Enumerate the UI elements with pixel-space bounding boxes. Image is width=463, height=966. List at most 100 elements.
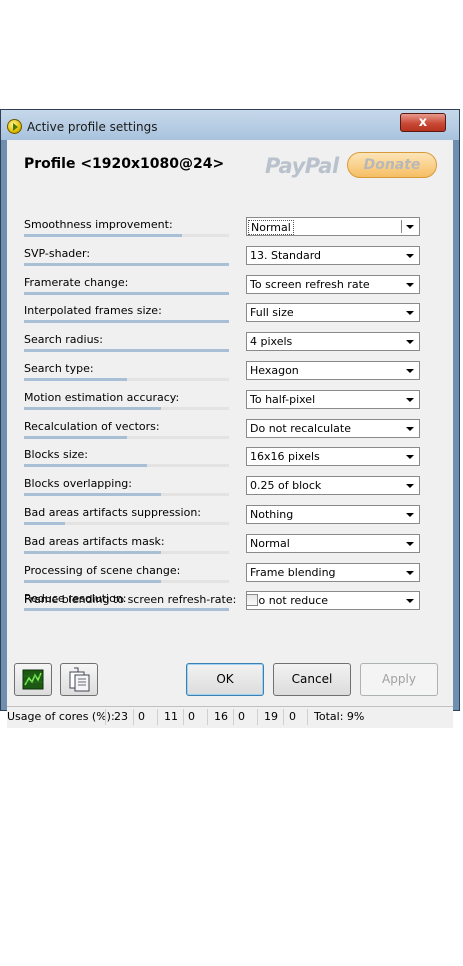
app-icon [7,119,22,134]
status-bar: Usage of cores (%): 23 0 11 0 16 0 19 0 … [7,706,453,728]
setting-label: Processing of scene change: [24,563,181,577]
setting-dropdown[interactable]: 16x16 pixels [246,447,420,467]
ok-button[interactable]: OK [186,663,264,696]
setting-label: Recalculation of vectors: [24,419,160,433]
chevron-down-icon [406,311,414,316]
title-bar[interactable]: Active profile settings x [1,110,459,140]
setting-level-fill [24,349,229,353]
setting-level-fill [24,550,161,554]
setting-level-fill [24,262,229,266]
setting-value: Normal [250,536,290,550]
chevron-down-icon [406,484,414,489]
setting-level-bar [24,493,229,497]
copy-icon [69,667,90,692]
chevron-down-icon [406,369,414,373]
setting-row: Blocks size: 16x16 pixels [7,444,453,473]
setting-level-fill [24,435,127,439]
setting-label: Blocks size: [24,448,89,462]
core-usage-value: 16 [214,710,228,723]
chevron-down-icon [406,282,414,287]
setting-value: Frame blending [250,565,336,579]
setting-dropdown[interactable]: Nothing [246,505,420,524]
setting-dropdown[interactable]: 13. Standard [246,245,420,265]
copy-button[interactable] [60,663,98,696]
setting-label: Blocks overlapping: [24,477,132,491]
setting-row: Processing of scene change: Frame blendin… [7,560,453,589]
donate-button[interactable]: Donate [347,152,437,178]
setting-level-fill [24,291,229,295]
core-usage-value: 0 [238,710,245,723]
setting-level-bar [24,579,229,583]
graph-icon [22,669,44,690]
status-separator [133,709,134,725]
setting-value: Hexagon [250,364,299,377]
setting-dropdown[interactable]: To half-pixel [246,389,420,409]
status-separator [157,709,158,725]
setting-dropdown[interactable]: Normal [246,217,420,236]
setting-row: Framerate change: To screen refresh rate [7,272,453,301]
setting-level-fill [24,464,147,468]
setting-dropdown[interactable]: Normal [246,533,420,553]
frame-blending-row: Frame blending to screen refresh-rate: [7,589,453,618]
window-title: Active profile settings [27,120,158,134]
setting-level-fill [24,234,182,237]
settings-window: Active profile settings x Profile <1920x… [0,109,460,728]
setting-dropdown[interactable]: To screen refresh rate [246,274,420,294]
status-separator [183,709,184,725]
dropdown-separator [401,220,402,233]
setting-label: Interpolated frames size: [24,304,162,318]
setting-value: 0.25 of block [250,479,322,493]
setting-dropdown[interactable]: Frame blending [246,562,420,582]
profile-title: Profile <1920x1080@24> [24,156,225,172]
chevron-down-icon [406,426,414,431]
setting-value: To screen refresh rate [250,277,370,291]
setting-label: Motion estimation accuracy: [24,390,180,404]
core-usage-value: 11 [164,710,178,723]
setting-level-bar [24,349,229,353]
setting-dropdown[interactable]: Full size [246,303,420,323]
setting-row: Blocks overlapping: 0.25 of block [7,473,453,502]
chevron-down-icon [406,225,414,229]
status-separator [283,709,284,725]
setting-level-fill [24,320,229,324]
status-separator [257,709,258,725]
cancel-button[interactable]: Cancel [273,663,351,696]
core-usage-value: 0 [138,710,145,723]
cores-usage-label: Usage of cores (%): [7,710,115,723]
dialog-body: Profile <1920x1080@24> PayPal Donate Smo… [7,140,453,728]
setting-dropdown[interactable]: Hexagon [246,361,420,380]
status-separator [233,709,234,725]
apply-button[interactable]: Apply [360,663,438,696]
graph-button[interactable] [14,663,52,696]
setting-value: Full size [250,306,294,320]
setting-level-bar [24,522,229,525]
setting-label: Search radius: [24,333,103,347]
setting-row: Bad areas artifacts suppression: Nothing [7,502,453,531]
chevron-down-icon [406,340,414,345]
setting-row: Interpolated frames size: Full size [7,300,453,329]
close-button[interactable]: x [400,113,446,132]
chevron-down-icon [406,570,414,575]
setting-value: Normal [248,220,294,235]
setting-dropdown[interactable]: 0.25 of block [246,476,420,496]
setting-row: Motion estimation accuracy: To half-pixel [7,387,453,416]
setting-value: 4 pixels [250,335,293,349]
setting-level-bar [24,291,229,295]
setting-level-bar [24,320,229,324]
status-separator [307,709,308,725]
total-usage: Total: 9% [314,710,365,723]
setting-value: 16x16 pixels [250,450,320,464]
setting-label: Search type: [24,362,94,375]
setting-level-bar [24,378,229,381]
chevron-down-icon [406,513,414,517]
setting-value: 13. Standard [250,248,322,262]
setting-dropdown[interactable]: Do not recalculate [246,418,420,438]
setting-level-bar [24,262,229,266]
chevron-down-icon [406,253,414,258]
core-usage-value: 19 [264,710,278,723]
setting-level-fill [24,378,127,381]
setting-label: Bad areas artifacts mask: [24,534,165,548]
frame-blending-checkbox[interactable] [246,594,258,606]
setting-level-fill [24,406,161,410]
setting-dropdown[interactable]: 4 pixels [246,332,420,352]
